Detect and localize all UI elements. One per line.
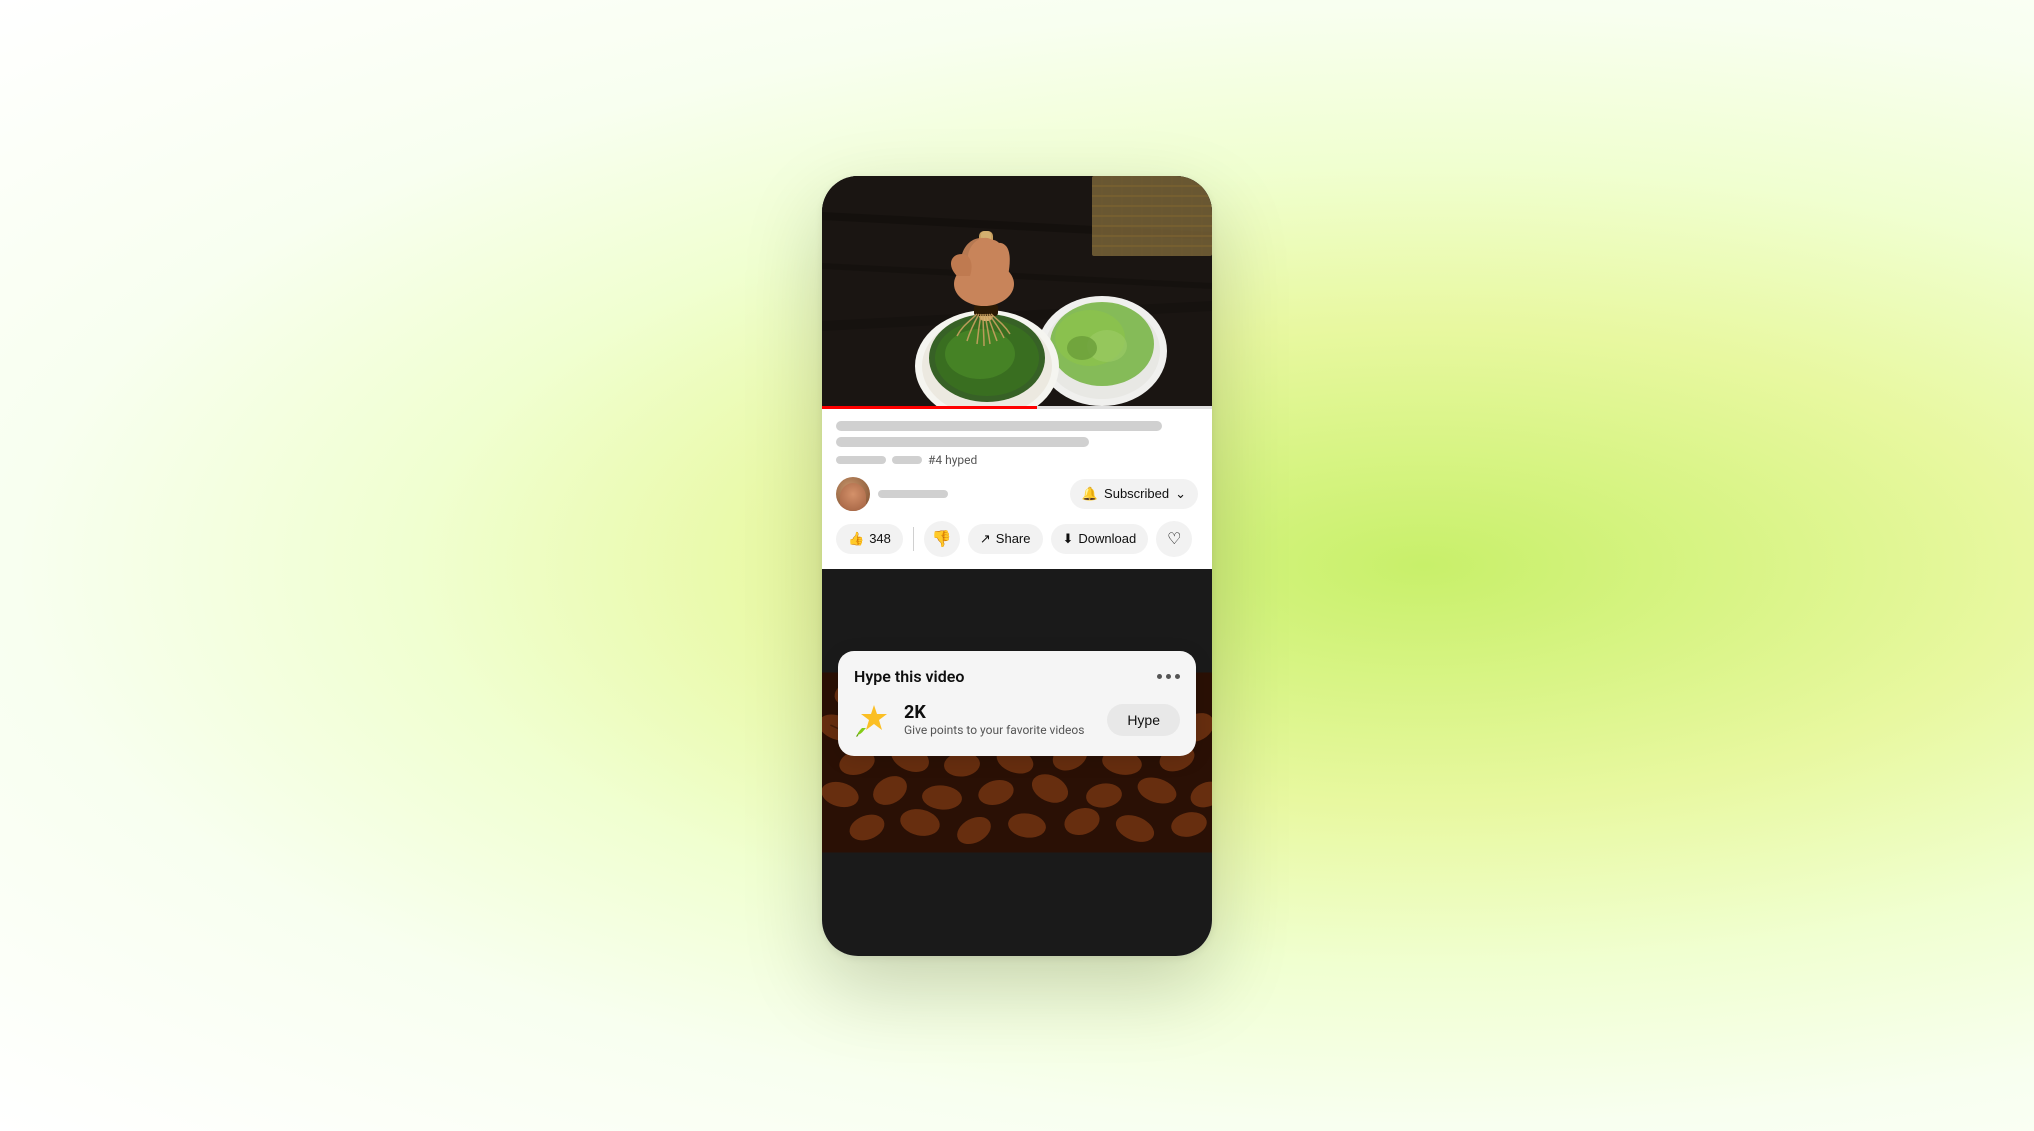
like-icon: 👍 (848, 531, 864, 547)
channel-name-bar (878, 490, 948, 498)
more-button[interactable]: ♡ (1156, 521, 1192, 557)
trending-row: #4 hyped (836, 453, 1198, 467)
hype-header: Hype this video (854, 667, 1180, 686)
dot-1 (1157, 674, 1162, 679)
hype-content: 2K Give points to your favorite videos H… (854, 700, 1180, 740)
dot-2 (1166, 674, 1171, 679)
action-divider (913, 527, 914, 551)
channel-left (836, 477, 948, 511)
hype-star-icon (854, 700, 894, 740)
dislike-icon: 👎 (932, 529, 952, 549)
channel-row: 🔔 Subscribed ⌄ (836, 477, 1198, 511)
hype-points-value: 2K (904, 702, 1084, 723)
phone-frame: #4 hyped 🔔 Subscribed ⌄ 👍 348 (822, 176, 1212, 956)
action-buttons-row: 👍 348 👎 ↗ Share ⬇ Download ♡ (836, 521, 1198, 561)
trending-tag: #4 hyped (928, 453, 977, 467)
video-player-bottom[interactable] (822, 569, 1212, 956)
hype-popup: Hype this video 2K Give points (838, 651, 1196, 756)
hype-left: 2K Give points to your favorite videos (854, 700, 1084, 740)
hype-points: 2K Give points to your favorite videos (904, 702, 1084, 737)
video-player-top[interactable] (822, 176, 1212, 406)
subscribed-label: Subscribed (1104, 486, 1169, 501)
download-label: Download (1078, 531, 1136, 546)
title-line-2 (836, 437, 1089, 447)
chevron-down-icon: ⌄ (1175, 486, 1186, 502)
dislike-button[interactable]: 👎 (924, 521, 960, 557)
trending-bar-2 (892, 456, 922, 464)
title-line-1 (836, 421, 1162, 431)
dot-3 (1175, 674, 1180, 679)
hype-title: Hype this video (854, 667, 964, 686)
more-options-button[interactable] (1157, 674, 1180, 679)
download-icon: ⬇ (1063, 531, 1074, 547)
avatar[interactable] (836, 477, 870, 511)
video-info-section: #4 hyped 🔔 Subscribed ⌄ 👍 348 (822, 409, 1212, 569)
video-title-placeholder (836, 421, 1198, 447)
download-button[interactable]: ⬇ Download (1051, 524, 1149, 554)
share-button[interactable]: ↗ Share (968, 524, 1043, 554)
like-count: 348 (869, 531, 891, 546)
heart-icon: ♡ (1167, 529, 1181, 549)
hype-button[interactable]: Hype (1107, 704, 1180, 736)
avatar-face (840, 483, 866, 511)
subscribed-button[interactable]: 🔔 Subscribed ⌄ (1070, 479, 1198, 509)
hype-points-description: Give points to your favorite videos (904, 723, 1084, 737)
share-label: Share (996, 531, 1031, 546)
trending-bar-1 (836, 456, 886, 464)
bell-icon: 🔔 (1082, 486, 1098, 502)
like-button[interactable]: 👍 348 (836, 524, 903, 554)
share-icon: ↗ (980, 531, 991, 547)
